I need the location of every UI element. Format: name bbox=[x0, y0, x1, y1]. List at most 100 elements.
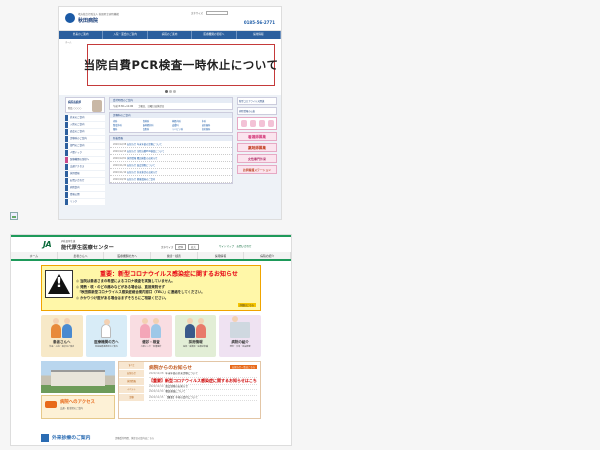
alert-details-button[interactable]: 詳細はこちら bbox=[237, 303, 256, 307]
header-links[interactable]: サイトマップ お問い合わせ bbox=[219, 244, 252, 248]
nurse-recruit-banner[interactable]: 看護師募集 bbox=[237, 132, 277, 141]
pcr-notice-banner[interactable]: 当院自費PCR検査一時休止について bbox=[84, 44, 278, 86]
pharmacist-recruit-banner[interactable]: 薬剤師募集 bbox=[237, 143, 277, 152]
director-label: 病院長挨拶 bbox=[68, 101, 81, 104]
card-desc: 外来・入院・面会のご案内 bbox=[49, 346, 75, 348]
news-item[interactable]: 【重要】新型コロナウイルス感染症に関するお知らせはこちら bbox=[149, 378, 257, 385]
hospital-logo-icon[interactable] bbox=[65, 13, 75, 23]
nurse-icon bbox=[240, 120, 247, 127]
patients-illustration-icon bbox=[50, 318, 74, 338]
news-tab[interactable]: 診療 bbox=[119, 394, 144, 401]
nav-item[interactable]: 外来のご案内 bbox=[59, 31, 104, 39]
hospital-info-link[interactable]: 病院情報の公表 bbox=[237, 107, 277, 115]
department-link[interactable]: 耳鼻科 bbox=[143, 127, 171, 131]
card-about[interactable]: 病院の紹介 理念・沿革・施設概要 bbox=[219, 315, 261, 357]
alert-title: 重要：新型コロナウイルス感染症に関するお知らせ bbox=[100, 271, 238, 278]
news-item[interactable]: 2020/11/20 お知らせ 面会制限について bbox=[110, 162, 232, 169]
doctor-illustration-icon bbox=[94, 318, 118, 338]
nurse-icon bbox=[258, 120, 265, 127]
global-nav: ホーム 患者さんへ 医療機関の方へ 健診・検査 採用情報 病院の紹介 bbox=[11, 252, 291, 261]
left-nav-item[interactable]: 交通アクセス bbox=[65, 164, 105, 170]
left-nav-item[interactable]: 情報公開 bbox=[65, 192, 105, 198]
news-tab[interactable]: イベント bbox=[119, 386, 144, 393]
women-clinic-banner[interactable]: 女性専門外来 bbox=[237, 154, 277, 163]
nav-item[interactable]: 採用情報 bbox=[198, 252, 245, 259]
carousel-dot[interactable] bbox=[169, 90, 172, 93]
font-standard-button[interactable]: 標準 bbox=[175, 244, 187, 250]
news-date: 2020/12/28 bbox=[149, 372, 164, 375]
nav-item[interactable]: 入院・面会のご案内 bbox=[103, 31, 148, 39]
carousel-dots bbox=[165, 90, 177, 94]
nav-item[interactable]: 医療機関の皆様へ bbox=[192, 31, 237, 39]
news-item[interactable]: 2020/10/30 お知らせ 健康講座のご案内 bbox=[110, 176, 232, 183]
outpatient-sub: 診療受付時間、休診日の案内はこちら bbox=[115, 437, 155, 440]
left-nav-item[interactable]: 人間ドック bbox=[65, 150, 105, 156]
card-label: 医療機関の方へ bbox=[94, 340, 119, 344]
card-patients[interactable]: 患者さんへ 外来・入院・面会のご案内 bbox=[41, 315, 83, 357]
left-nav-item[interactable]: お問い合わせ bbox=[65, 178, 105, 184]
card-desc: 地域医療連携室のご案内 bbox=[94, 346, 118, 348]
carousel-dot[interactable] bbox=[165, 90, 168, 93]
left-nav-item[interactable]: 診療科のご案内 bbox=[65, 136, 105, 142]
left-nav-item[interactable]: 部門のご案内 bbox=[65, 143, 105, 149]
font-large-button[interactable]: 拡大 bbox=[188, 244, 200, 250]
site-title[interactable]: 能代厚生医療センター bbox=[61, 243, 114, 251]
nav-item[interactable]: 病院のご案内 bbox=[148, 31, 193, 39]
news-tab[interactable]: お知らせ bbox=[119, 370, 144, 377]
news-list-button[interactable]: お知らせ一覧はこちら bbox=[230, 365, 257, 369]
site-header: JA JA秋田厚生連 能代厚生医療センター 文字サイズ 標準 拡大 サイトマップ… bbox=[11, 235, 291, 252]
search-input[interactable] bbox=[205, 11, 228, 15]
news-item[interactable]: 2020/12/01 採用情報 職員募集のお知らせ bbox=[110, 155, 232, 162]
nav-item[interactable]: 健診・検査 bbox=[151, 252, 198, 259]
warning-icon: ! bbox=[45, 270, 73, 298]
page: 地方独立行政法人 秋田県立病院機構 秋田病院 文字サイズ 0185-56-277… bbox=[0, 0, 600, 450]
site-title[interactable]: 秋田病院 bbox=[78, 17, 98, 24]
left-column: 病院長挨拶 院長 ○○○○ 外来のご案内 入院のご案内 面会のご案内 診療科のご案内部… bbox=[65, 97, 105, 206]
card-label: 健診・検査 bbox=[142, 340, 160, 344]
breadcrumb[interactable]: ホーム bbox=[65, 40, 72, 44]
covid-link[interactable]: 新型コロナウイルス関連 bbox=[237, 97, 277, 105]
lower-section: 病院へのアクセス 交通・駐車場のご案内 すべて お知らせ 採用情報 イベント 診療 病院… bbox=[41, 361, 261, 421]
news-date: 2020/11/30 bbox=[149, 390, 164, 394]
departments-grid: 内科 精神科 神経内科 外科 整形外科 脳神経外科 皮膚科 泌尿器科 眼科 耳鼻科 リハビリ科 放射線… bbox=[110, 118, 232, 132]
news-tab[interactable]: すべて bbox=[119, 362, 144, 369]
news-title: お知らせ 年末年始の診療について bbox=[126, 143, 163, 146]
building-illustration-icon bbox=[228, 316, 252, 338]
news-item[interactable]: 2020/12/15 お知らせ 当院自費PCR検査について bbox=[110, 148, 232, 155]
nav-item[interactable]: 病院の紹介 bbox=[244, 252, 291, 259]
left-nav-item[interactable]: 外来のご案内 bbox=[65, 115, 105, 121]
visiting-nurse-banner[interactable]: 訪問看護ステーション bbox=[237, 165, 277, 174]
news-item[interactable]: 2020/11/15 【重要】手術の受付について bbox=[149, 396, 257, 402]
department-link[interactable]: リハビリ科 bbox=[172, 127, 200, 131]
font-size-label: 文字サイズ bbox=[161, 246, 174, 249]
access-link[interactable]: 病院へのアクセス 交通・駐車場のご案内 bbox=[41, 395, 115, 419]
department-link[interactable]: 眼科 bbox=[113, 127, 141, 131]
content-area: 病院長挨拶 院長 ○○○○ 外来のご案内 入院のご案内 面会のご案内 診療科のご案内部… bbox=[59, 95, 281, 219]
news-item[interactable]: 2020/12/28 お知らせ 年末年始の診療について bbox=[110, 141, 232, 148]
nav-item[interactable]: 患者さんへ bbox=[58, 252, 105, 259]
news-title: お知らせ 外来休診のお知らせ bbox=[126, 171, 158, 174]
left-nav-item[interactable]: 採用情報 bbox=[65, 171, 105, 177]
department-link[interactable]: 放射線科 bbox=[202, 127, 230, 131]
news-item[interactable]: 2020/11/10 お知らせ 外来休診のお知らせ bbox=[110, 169, 232, 176]
left-nav-item[interactable]: 病院案内 bbox=[65, 185, 105, 191]
card-medical-institutions[interactable]: 医療機関の方へ 地域医療連携室のご案内 bbox=[85, 315, 128, 357]
outpatient-title: 外来診療のご案内 bbox=[52, 436, 91, 441]
left-nav-item[interactable]: リンク bbox=[65, 199, 105, 205]
left-nav-item[interactable]: 入院のご案内 bbox=[65, 122, 105, 128]
hospital-building-photo bbox=[41, 361, 115, 393]
carousel-dot[interactable] bbox=[173, 90, 176, 93]
news-title: 採用情報 職員募集のお知らせ bbox=[126, 157, 158, 160]
left-nav-item[interactable]: 医療機関の皆様へ bbox=[65, 157, 105, 163]
outpatient-guide[interactable]: 外来診療のご案内 診療受付時間、休診日の案内はこちら bbox=[41, 433, 263, 445]
card-checkups[interactable]: 健診・検査 人間ドック・各種健診 bbox=[130, 315, 172, 357]
nav-item[interactable]: 採用情報 bbox=[237, 31, 281, 39]
news-tab[interactable]: 採用情報 bbox=[119, 378, 144, 385]
card-recruitment[interactable]: 採用情報 医師・看護師・医療技術職 bbox=[174, 315, 217, 357]
left-nav-item[interactable]: 面会のご案内 bbox=[65, 129, 105, 135]
director-greeting[interactable]: 病院長挨拶 院長 ○○○○ bbox=[65, 97, 105, 113]
nav-item[interactable]: ホーム bbox=[11, 252, 58, 259]
ja-logo-icon[interactable]: JA bbox=[43, 240, 52, 249]
nav-item[interactable]: 医療機関の方へ bbox=[104, 252, 152, 259]
card-desc: 人間ドック・各種健診 bbox=[140, 346, 162, 348]
